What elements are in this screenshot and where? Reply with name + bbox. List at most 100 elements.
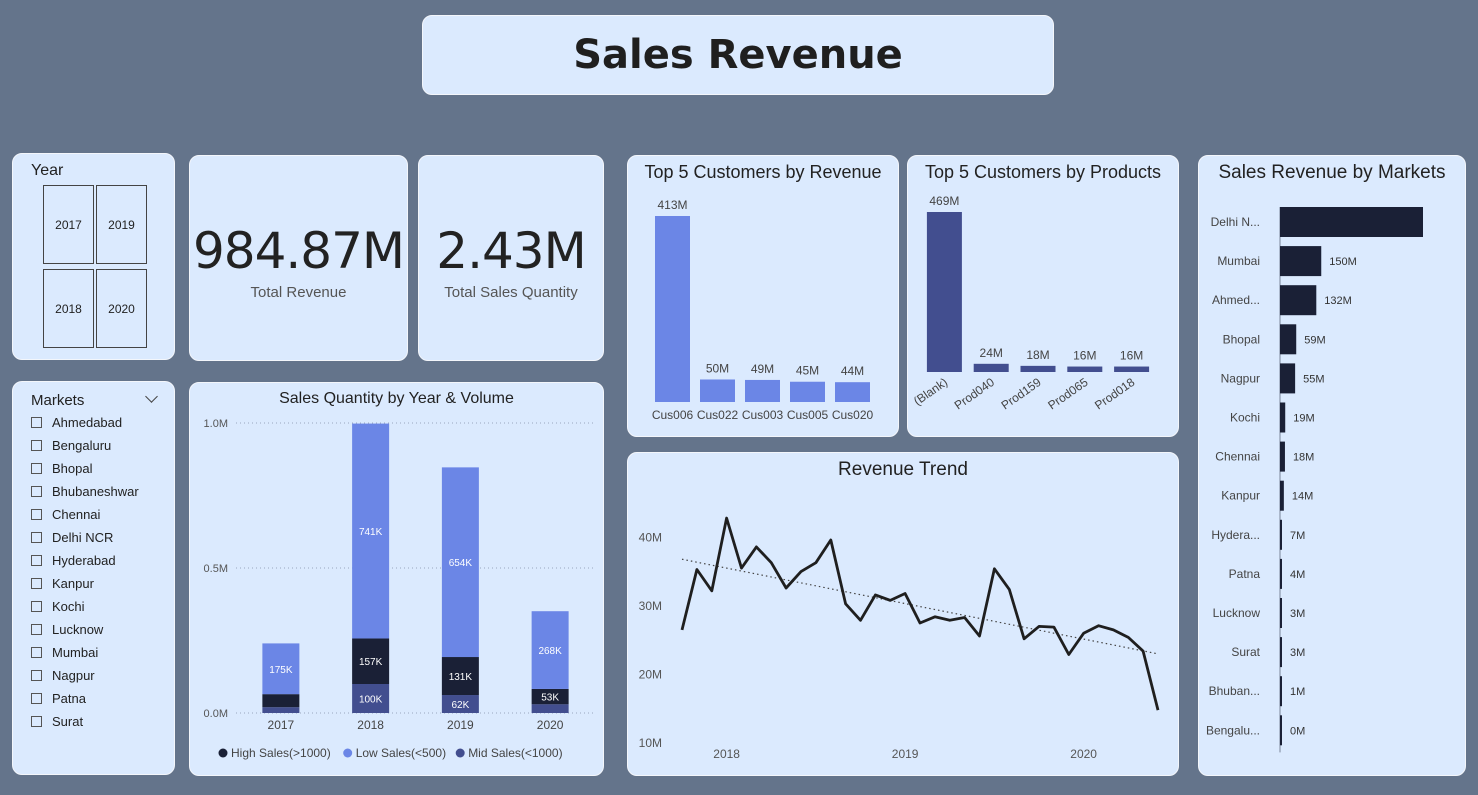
bar-data-label: 16M xyxy=(1120,349,1143,363)
bar xyxy=(1280,246,1322,277)
x-tick-label: Cus022 xyxy=(697,408,739,422)
checkbox[interactable] xyxy=(31,485,42,497)
year-slicer-label: Year xyxy=(31,162,64,179)
checkbox[interactable] xyxy=(31,554,42,566)
bar-data-label: 45M xyxy=(796,364,819,378)
bar-data-label: 7M xyxy=(1290,530,1305,542)
bar-data-label: 16M xyxy=(1073,349,1096,363)
bar-segment xyxy=(262,707,300,713)
y-tick-label: Surat xyxy=(1231,645,1260,659)
checkbox[interactable] xyxy=(31,577,42,589)
checkbox[interactable] xyxy=(31,692,42,704)
bar-data-label: 44M xyxy=(841,364,864,378)
market-option[interactable]: Kochi xyxy=(31,596,85,616)
year-button-2019[interactable]: 2019 xyxy=(96,185,147,264)
title-card: Sales Revenue xyxy=(422,15,1054,95)
bar-data-label: 413M xyxy=(657,198,687,212)
market-option-label: Lucknow xyxy=(52,621,104,637)
market-option[interactable]: Nagpur xyxy=(31,665,95,685)
top-customers-products-chart: 469M (Blank) 24M Prod040 18M Prod159 16M Prod06… xyxy=(911,194,1150,413)
year-button-2017[interactable]: 2017 xyxy=(43,185,94,264)
revenue-by-markets-chart: Delhi N... Mumbai 150M Ahmed... 132M Bhopal 59… xyxy=(1206,207,1423,753)
total-quantity-label: Total Sales Quantity xyxy=(444,283,578,301)
bar xyxy=(655,216,690,402)
revenue-trend-chart: 40M 30M 20M 10M 2018 2019 2020 xyxy=(639,516,1160,761)
bar-data-label: 49M xyxy=(751,362,774,376)
x-tick-label: Cus005 xyxy=(787,408,829,422)
y-tick-label: Mumbai xyxy=(1217,254,1260,268)
market-option[interactable]: Bhubaneshwar xyxy=(31,481,139,501)
market-option[interactable]: Surat xyxy=(31,711,83,731)
legend-label: High Sales(>1000) xyxy=(231,746,331,760)
chevron-down-icon[interactable] xyxy=(145,390,158,403)
y-tick-label: Delhi N... xyxy=(1211,215,1260,229)
bar-data-label: 150M xyxy=(1329,256,1357,268)
year-button-2018[interactable]: 2018 xyxy=(43,269,94,348)
market-option[interactable]: Patna xyxy=(31,688,86,708)
market-option[interactable]: Mumbai xyxy=(31,642,98,662)
markets-slicer-label: Markets xyxy=(31,392,85,409)
x-tick-label: Prod065 xyxy=(1045,375,1090,413)
checkbox[interactable] xyxy=(31,623,42,635)
market-option[interactable]: Kanpur xyxy=(31,573,94,593)
y-tick-label: 0.0M xyxy=(204,708,228,720)
bar-data-label: 62K xyxy=(451,700,469,711)
checkbox[interactable] xyxy=(31,646,42,658)
x-tick-label: Cus020 xyxy=(832,408,874,422)
x-tick-label: 2018 xyxy=(357,718,384,732)
market-option[interactable]: Bengaluru xyxy=(31,435,111,455)
bar xyxy=(790,381,825,402)
bar-segment xyxy=(262,694,300,708)
market-option[interactable]: Bhopal xyxy=(31,458,92,478)
market-option[interactable]: Lucknow xyxy=(31,619,103,639)
bar xyxy=(1280,519,1282,550)
bar-data-label: 4M xyxy=(1290,569,1305,581)
market-option[interactable]: Hyderabad xyxy=(31,550,116,570)
checkbox[interactable] xyxy=(31,715,42,727)
checkbox[interactable] xyxy=(31,531,42,543)
checkbox[interactable] xyxy=(31,416,42,428)
y-tick-label: 40M xyxy=(639,530,662,544)
bar-data-label: 268K xyxy=(538,646,562,657)
market-option[interactable]: Ahmedabad xyxy=(31,412,122,432)
bar xyxy=(973,363,1009,372)
bar xyxy=(1280,402,1286,433)
checkbox[interactable] xyxy=(31,508,42,520)
market-option-label: Mumbai xyxy=(52,644,99,660)
x-tick-label: Prod018 xyxy=(1092,375,1137,413)
revenue-line xyxy=(680,516,1160,711)
bar-data-label: 18M xyxy=(1293,452,1314,464)
market-option[interactable]: Delhi NCR xyxy=(31,527,113,547)
bar xyxy=(745,379,780,402)
y-tick-label: Kanpur xyxy=(1221,489,1260,503)
legend-label: Mid Sales(<1000) xyxy=(468,746,562,760)
checkbox[interactable] xyxy=(31,669,42,681)
top-customers-revenue-card: Top 5 Customers by Revenue 413M Cus006 50M… xyxy=(627,155,899,437)
bar-data-label: 3M xyxy=(1290,647,1305,659)
bar xyxy=(1067,366,1103,372)
total-quantity-card: 2.43M Total Sales Quantity xyxy=(418,155,604,361)
revenue-trend-card: Revenue Trend 40M 30M 20M 10M 2018 2019 2020 xyxy=(627,452,1179,776)
bar-data-label: 3M xyxy=(1290,608,1305,620)
bar-data-label: 654K xyxy=(449,558,473,569)
year-button-2020[interactable]: 2020 xyxy=(96,269,147,348)
legend-marker xyxy=(455,748,465,758)
checkbox[interactable] xyxy=(31,439,42,451)
bar xyxy=(1280,676,1282,707)
bar xyxy=(1280,480,1284,511)
total-revenue-label: Total Revenue xyxy=(250,283,347,301)
bar xyxy=(1114,366,1150,372)
checkbox[interactable] xyxy=(31,600,42,612)
bar xyxy=(700,379,735,402)
checkbox[interactable] xyxy=(31,462,42,474)
legend-marker xyxy=(343,748,353,758)
market-option-label: Kochi xyxy=(52,598,85,614)
bar-data-label: 0M xyxy=(1290,725,1305,737)
bar-data-label: 59M xyxy=(1304,334,1325,346)
y-tick-label: Bhopal xyxy=(1223,332,1260,346)
markets-slicer: Markets Ahmedabad Bengaluru Bhopal Bhubanes… xyxy=(12,381,175,775)
bar-data-label: 53K xyxy=(541,693,559,704)
qty-year-chart-card: Sales Quantity by Year & Volume 1.0M 0.5M… xyxy=(189,382,604,776)
y-tick-label: Chennai xyxy=(1215,450,1260,464)
market-option[interactable]: Chennai xyxy=(31,504,100,524)
